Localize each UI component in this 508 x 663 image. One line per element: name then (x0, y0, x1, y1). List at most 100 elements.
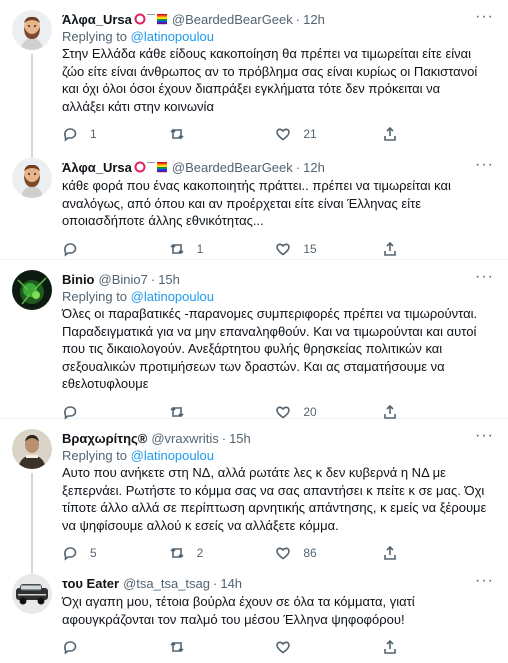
separator-dot: · (295, 11, 301, 27)
retweet-count: 1 (196, 241, 204, 256)
emoji-badges (134, 13, 168, 25)
display-name[interactable]: Binio (62, 272, 95, 287)
tweet-text: Αυτο που ανήκετε στη ΝΔ, αλλά ρωτάτε λες… (62, 465, 487, 533)
reply-icon (64, 641, 77, 655)
tweet-header: Άλφα_Ursa @BeardedBearGeek · 12h (62, 158, 494, 176)
separator-dot: · (150, 271, 156, 287)
like-button[interactable] (275, 639, 355, 655)
like-button[interactable]: 21 (275, 126, 355, 142)
tweet[interactable]: Βραχωρίτης® @vraxwritis · 15h ··· Replyi… (0, 419, 508, 574)
heart-icon (276, 406, 291, 418)
tweet[interactable]: του Eater @tsa_tsa_tsag · 14h ··· Όχι αγ… (0, 564, 508, 663)
share-button[interactable] (382, 404, 402, 420)
share-icon (384, 241, 396, 256)
avatar[interactable] (12, 10, 52, 50)
share-icon (384, 639, 396, 654)
separator-dot: · (221, 430, 227, 446)
share-button[interactable] (382, 126, 402, 142)
retweet-button[interactable] (169, 639, 249, 655)
mention-link[interactable]: @latinopoulou (131, 29, 214, 44)
tweet[interactable]: Άλφα_Ursa @BeardedBearGeek · 12h ··· Rep… (0, 0, 508, 158)
timestamp[interactable]: 15h (158, 272, 180, 287)
timestamp[interactable]: 12h (303, 12, 325, 27)
action-bar (62, 630, 402, 663)
heart-icon (276, 128, 291, 141)
tweet-text: Στην Ελλάδα κάθε είδους κακοποίηση θα πρ… (62, 46, 478, 114)
reply-button[interactable] (62, 639, 142, 655)
like-count: 20 (303, 404, 317, 419)
share-icon (384, 545, 396, 560)
share-button[interactable] (382, 639, 402, 655)
display-name[interactable]: του Eater (62, 576, 119, 591)
more-icon[interactable]: ··· (475, 269, 494, 285)
thread-line (31, 54, 33, 158)
tweet[interactable]: Binio @Binio7 · 15h ··· Replying to @lat… (0, 260, 508, 420)
like-count: 21 (303, 127, 317, 141)
replying-to: Replying to @latinopoulou (62, 448, 494, 463)
replying-to-prefix: Replying to (62, 448, 131, 463)
red-circle-and-rainbow-flag-icon (134, 13, 167, 25)
display-name[interactable]: Βραχωρίτης® (62, 431, 147, 446)
reply-icon (64, 128, 77, 142)
display-name[interactable]: Άλφα_Ursa (62, 160, 132, 175)
retweet-button[interactable]: 1 (169, 241, 249, 257)
heart-icon (276, 641, 291, 654)
replying-to-prefix: Replying to (62, 289, 131, 304)
user-handle[interactable]: @BeardedBearGeek (172, 12, 293, 27)
heart-icon (276, 547, 291, 560)
share-icon (384, 404, 396, 419)
reply-button[interactable]: 1 (62, 126, 142, 142)
reply-icon (64, 405, 77, 420)
retweet-icon (170, 128, 184, 140)
retweet-count: 2 (196, 546, 204, 560)
tweet[interactable]: Άλφα_Ursa @BeardedBearGeek · 12h ··· κάθ… (0, 148, 508, 260)
tweet-text: Όχι αγαπη μου, τέτοια βούρλα έχουν σε όλ… (62, 594, 415, 627)
timestamp[interactable]: 12h (303, 160, 325, 175)
retweet-icon (170, 547, 184, 559)
more-icon[interactable]: ··· (475, 9, 494, 25)
tweet-header: Βραχωρίτης® @vraxwritis · 15h (62, 429, 494, 447)
replying-to-prefix: Replying to (62, 29, 131, 44)
thread-line (31, 473, 33, 574)
avatar[interactable] (12, 270, 52, 310)
like-button[interactable]: 20 (275, 404, 355, 420)
avatar[interactable] (12, 158, 52, 198)
share-button[interactable] (382, 241, 402, 257)
retweet-icon (170, 243, 184, 254)
timestamp[interactable]: 14h (220, 576, 242, 591)
reply-count: 5 (90, 546, 97, 560)
replying-to: Replying to @latinopoulou (62, 29, 494, 44)
reply-icon (64, 242, 77, 257)
tweet-header: Binio @Binio7 · 15h (62, 270, 494, 288)
like-count: 86 (303, 546, 317, 560)
mention-link[interactable]: @latinopoulou (131, 289, 214, 304)
share-button[interactable] (382, 545, 402, 561)
retweet-button[interactable] (169, 126, 249, 142)
separator-dot: · (295, 159, 301, 175)
user-handle[interactable]: @vraxwritis (151, 431, 218, 446)
share-icon (384, 126, 396, 141)
user-handle[interactable]: @tsa_tsa_tsag (123, 576, 210, 591)
more-icon[interactable]: ··· (475, 157, 494, 173)
reply-button[interactable]: 5 (62, 545, 142, 561)
mention-link[interactable]: @latinopoulou (131, 448, 214, 463)
like-button[interactable]: 15 (275, 241, 355, 257)
like-button[interactable]: 86 (275, 545, 355, 561)
retweet-button[interactable]: 2 (169, 545, 249, 561)
user-handle[interactable]: @Binio7 (99, 272, 148, 287)
action-bar: 1 21 (62, 117, 402, 151)
heart-icon (276, 243, 291, 255)
user-handle[interactable]: @BeardedBearGeek (172, 160, 293, 175)
reply-button[interactable] (62, 241, 142, 257)
tweet-header: του Eater @tsa_tsa_tsag · 14h (62, 574, 494, 592)
tweet-text: Όλες οι παραβατικές -παρανομες συμπεριφο… (62, 306, 478, 391)
timestamp[interactable]: 15h (229, 431, 251, 446)
more-icon[interactable]: ··· (475, 573, 494, 589)
retweet-button[interactable] (169, 404, 249, 420)
reply-button[interactable] (62, 404, 142, 420)
avatar[interactable] (12, 574, 52, 614)
display-name[interactable]: Άλφα_Ursa (62, 12, 132, 27)
avatar[interactable] (12, 429, 52, 469)
more-icon[interactable]: ··· (475, 428, 494, 444)
replying-to: Replying to @latinopoulou (62, 289, 494, 304)
